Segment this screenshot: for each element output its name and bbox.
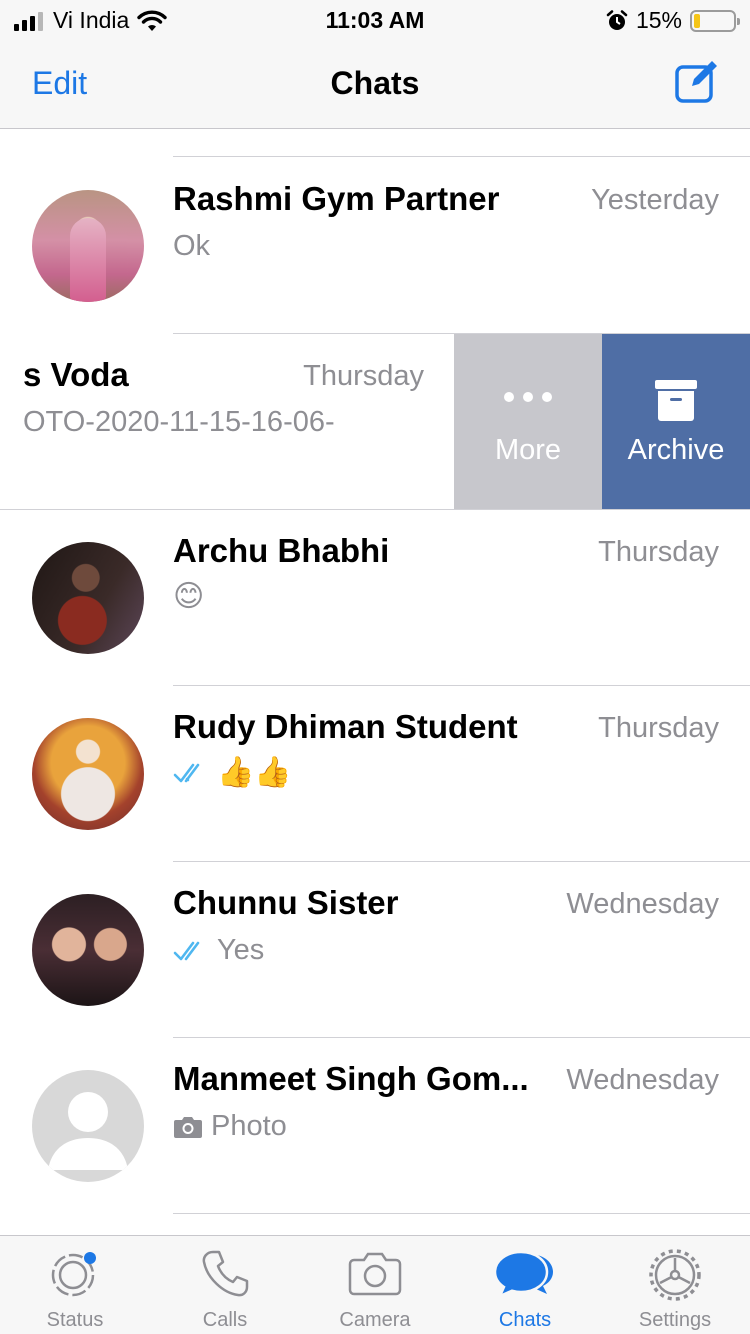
tab-camera[interactable]: Camera [300,1236,450,1334]
chat-preview-text: Photo [211,1110,287,1142]
gear-icon [649,1249,701,1301]
chat-time: Thursday [303,360,424,392]
chat-row[interactable]: Archu Bhabhi Thursday 😊 [0,510,750,686]
chat-time: Thursday [598,712,719,744]
chats-icon [493,1250,553,1299]
battery-icon [690,9,740,32]
chat-time: Thursday [598,536,719,568]
person-icon [48,1092,128,1170]
chat-preview: Photo [173,1110,287,1143]
default-avatar-icon [32,1070,144,1182]
avatar [32,542,144,654]
tab-label: Status [46,1309,104,1331]
compose-icon[interactable] [674,58,720,104]
more-button[interactable]: More [454,334,602,510]
avatar [32,718,144,830]
tab-status[interactable]: Status [0,1236,150,1334]
chat-list: Rashmi Gym Partner Yesterday Ok s Voda T… [0,129,750,1235]
alarm-icon [606,9,628,30]
chat-row-content[interactable]: s Voda Thursday OTO-2020-11-15-16-06- [0,334,454,510]
chat-name: Rudy Dhiman Student [173,708,518,745]
avatar [32,190,144,302]
tab-calls[interactable]: Calls [150,1236,300,1334]
chat-row[interactable]: Chunnu Sister Wednesday Yes [0,862,750,1038]
whatsapp-chats-screen: Vi India 11:03 AM 15% Edit Chats Rashmi … [0,0,750,1334]
read-ticks-icon [173,763,206,783]
chat-name: s Voda [23,356,129,393]
tab-label: Settings [638,1309,712,1331]
more-dots-icon [454,392,602,402]
chat-preview: Ok [173,230,210,263]
chat-preview-emoji: 😊 [173,580,205,613]
chat-name: Archu Bhabhi [173,532,390,569]
chat-preview-emoji: 👍👍 [217,756,292,789]
more-label: More [494,434,562,466]
battery-level [694,13,700,28]
chat-row[interactable]: Manmeet Singh Gom... Wednesday Photo [0,1038,750,1214]
tab-chats[interactable]: Chats [450,1236,600,1334]
archive-button[interactable]: Archive [602,334,750,510]
chat-time: Wednesday [566,888,719,920]
tab-settings[interactable]: Settings [600,1236,750,1334]
read-ticks-icon [173,941,200,960]
status-right: 15% [606,7,740,34]
archive-icon [655,380,697,421]
divider [173,1213,750,1214]
avatar-figure [70,218,106,302]
divider [173,156,750,157]
camera-icon [348,1252,402,1296]
archive-label: Archive [627,434,725,466]
avatar [32,894,144,1006]
chat-preview: 👍👍 [173,758,292,788]
phone-icon [202,1250,249,1297]
tab-bar: Status Calls Camera Chats Settings [0,1235,750,1334]
status-bar: Vi India 11:03 AM 15% [0,0,750,40]
chat-time: Wednesday [566,1064,719,1096]
tab-label: Camera [339,1309,411,1331]
tab-label: Calls [202,1309,248,1331]
chat-preview: OTO-2020-11-15-16-06- [23,406,335,439]
tab-label: Chats [498,1309,552,1331]
chat-row[interactable]: Rashmi Gym Partner Yesterday Ok [0,158,750,334]
chat-time: Yesterday [591,184,719,216]
camera-icon [174,1116,202,1138]
status-icon [51,1252,96,1297]
chat-preview-text: OTO-2020-11-15-16-06- [23,406,335,438]
chat-preview-text: Yes [217,934,265,966]
battery-percent: 15% [635,7,682,33]
chat-name: Manmeet Singh Gom... [173,1060,529,1097]
swiped-chat-row[interactable]: s Voda Thursday OTO-2020-11-15-16-06- Mo… [0,334,750,510]
chat-name: Rashmi Gym Partner [173,180,500,217]
navigation-bar: Edit Chats [0,40,750,129]
page-title: Chats [330,65,420,101]
chat-preview-text: Ok [173,230,211,262]
chat-preview: Yes [173,934,264,967]
chat-name: Chunnu Sister [173,884,399,921]
chat-preview: 😊 [173,582,204,612]
chat-row[interactable]: Rudy Dhiman Student Thursday 👍👍 [0,686,750,862]
